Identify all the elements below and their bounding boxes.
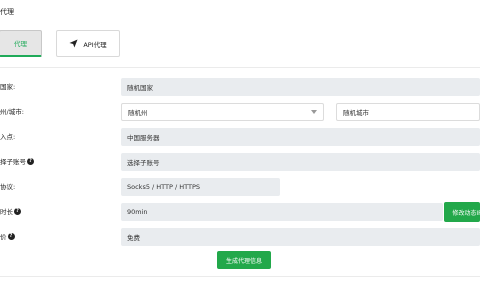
access-point-label: 入点: <box>0 133 16 141</box>
page-title: 代理 <box>0 8 14 16</box>
subaccount-select[interactable]: 选择子账号 <box>121 153 480 171</box>
modify-dynamic-ip-button[interactable]: 修改动态IP <box>444 202 480 222</box>
price-label: 价 ? <box>0 231 15 241</box>
tab-api-proxy[interactable]: API代理 <box>56 30 120 57</box>
country-label: 国家: <box>0 83 16 91</box>
help-icon[interactable]: ? <box>27 157 34 165</box>
state-select[interactable]: 随机州 <box>121 103 324 121</box>
duration-label: 时长 ? <box>0 206 21 216</box>
duration-field: 90min <box>121 203 443 221</box>
price-field: 免费 <box>121 228 480 246</box>
proxy-tabs: 代理 API代理 <box>0 30 120 57</box>
protocol-label: 协议: <box>0 183 16 191</box>
tab-dynamic-proxy[interactable]: 代理 <box>0 30 42 57</box>
help-icon[interactable]: ? <box>7 232 15 240</box>
tab-dynamic-proxy-label: 代理 <box>14 40 27 48</box>
generate-proxy-button[interactable]: 生成代理信息 <box>217 251 271 269</box>
divider <box>0 276 480 277</box>
paper-plane-icon <box>69 39 78 48</box>
help-icon[interactable]: ? <box>14 207 21 215</box>
subaccount-label: 择子账号 ? <box>0 156 34 166</box>
divider <box>0 67 480 68</box>
access-point-select[interactable]: 中国服务器 <box>121 128 480 146</box>
protocol-field: Socks5 / HTTP / HTTPS <box>121 178 280 196</box>
chevron-down-icon <box>311 110 317 114</box>
tab-api-proxy-label: API代理 <box>83 40 107 49</box>
region-label: 州/城市: <box>0 108 24 116</box>
country-select[interactable]: 随机国家 <box>121 78 480 96</box>
city-select[interactable]: 随机城市 <box>336 103 480 121</box>
